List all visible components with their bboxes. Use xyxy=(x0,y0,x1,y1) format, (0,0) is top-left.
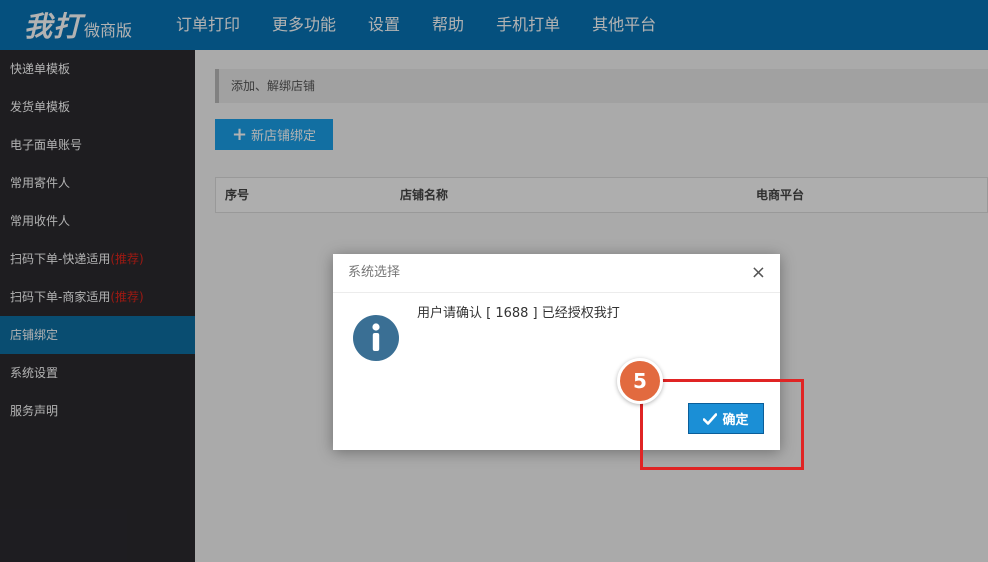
annotation-highlight-box xyxy=(640,379,804,470)
dialog-message: 用户请确认 [ 1688 ] 已经授权我打 xyxy=(417,306,620,321)
step-number-badge: 5 xyxy=(617,358,663,404)
close-icon[interactable]: × xyxy=(751,254,766,292)
dialog-title: 系统选择 xyxy=(348,265,401,280)
dialog-header: 系统选择 × xyxy=(333,254,780,293)
info-icon xyxy=(353,315,399,365)
